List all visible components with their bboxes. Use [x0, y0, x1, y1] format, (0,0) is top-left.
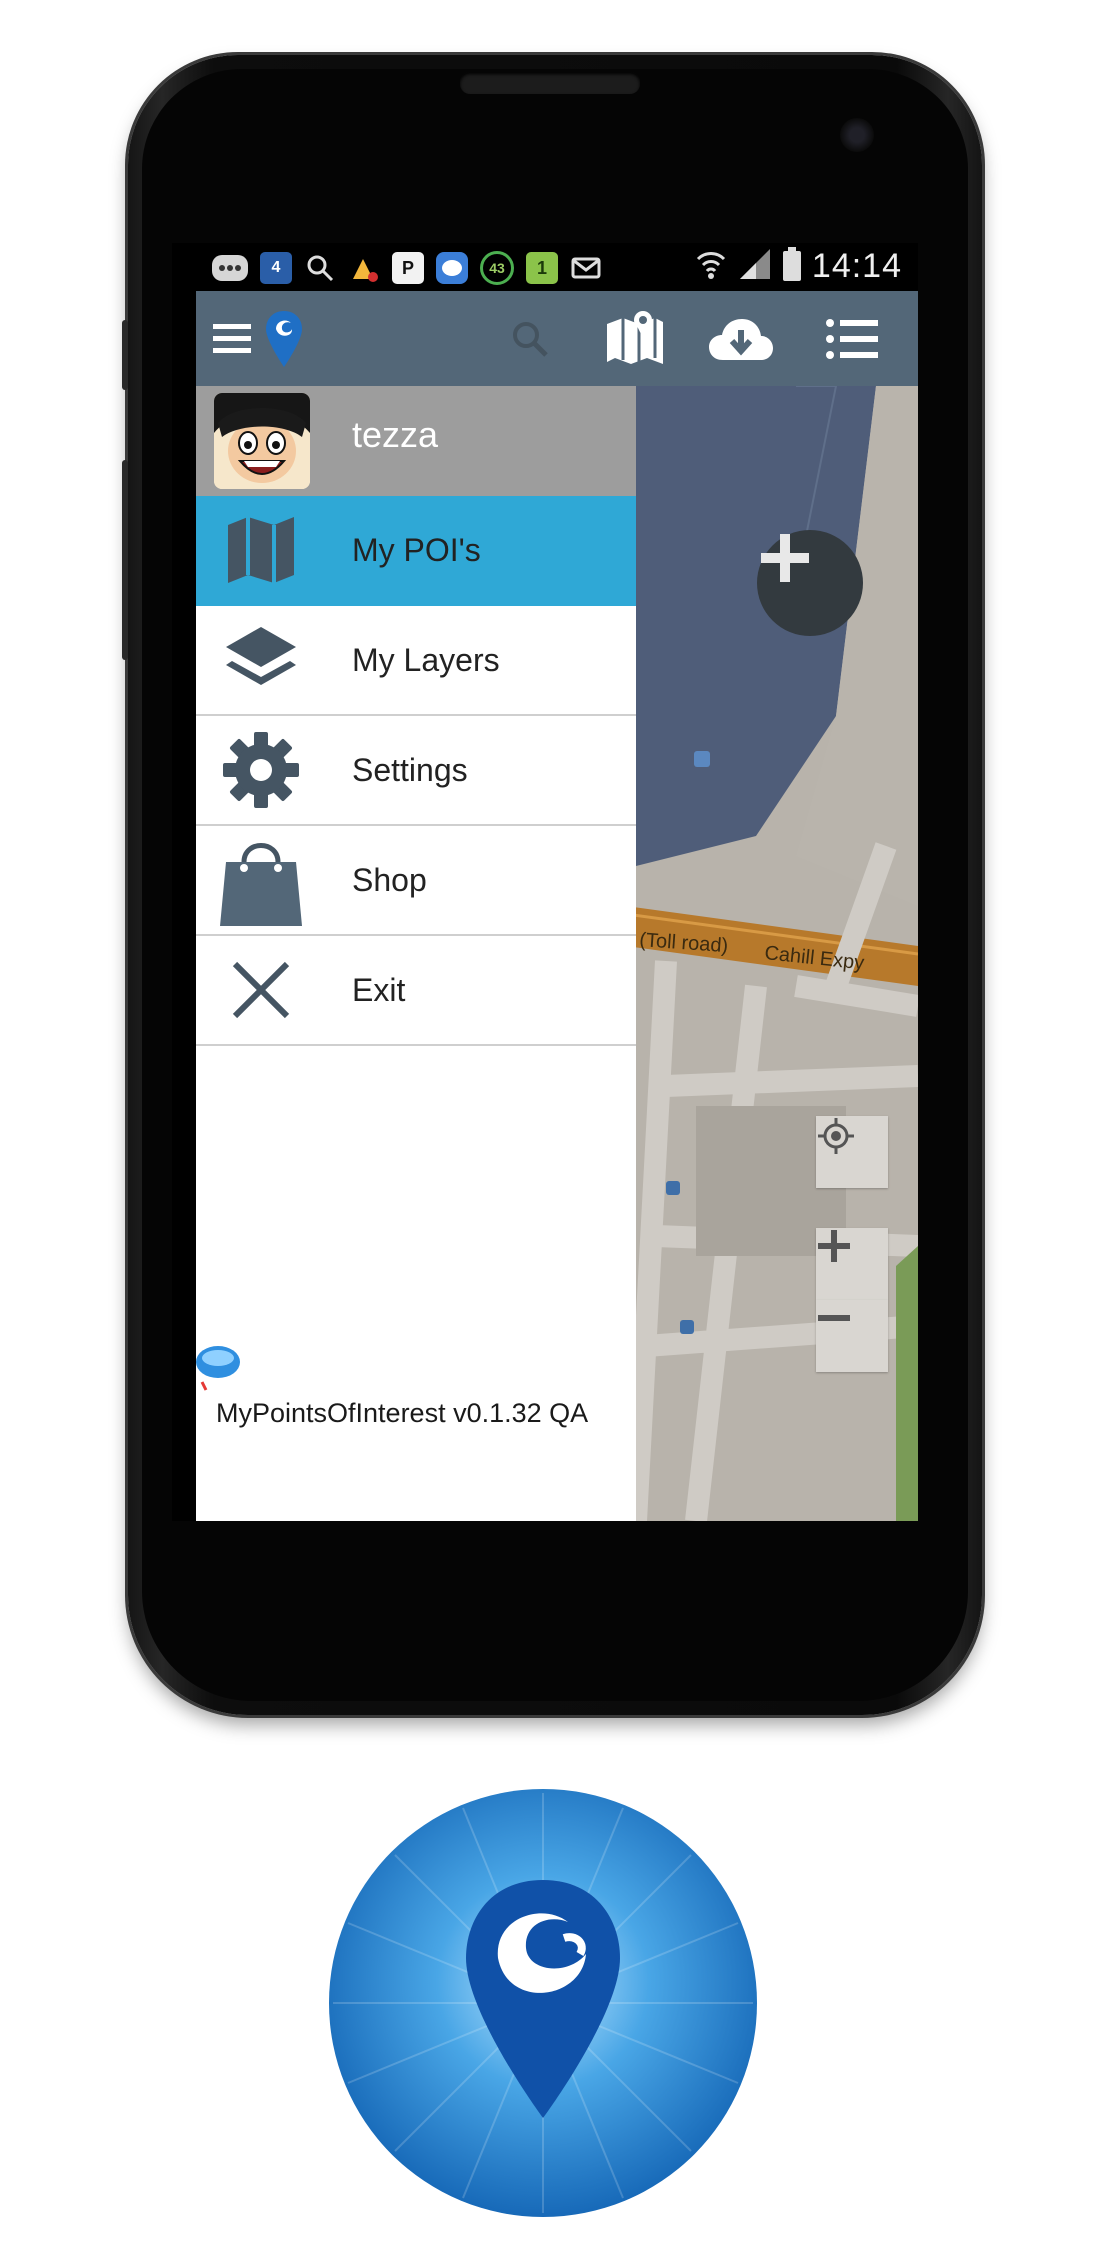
- menu-label: My Layers: [352, 641, 500, 678]
- list-icon[interactable]: [824, 313, 880, 365]
- menu-item-exit[interactable]: Exit: [196, 936, 636, 1046]
- app-logo: [328, 1788, 758, 2218]
- p-icon: P: [392, 252, 424, 284]
- menu-label: Exit: [352, 971, 406, 1008]
- search-icon: [304, 252, 336, 284]
- app-version: MyPointsOfInterest v0.1.32 QA: [216, 1398, 589, 1428]
- battery-icon: [782, 247, 802, 286]
- sim-label: 1: [536, 257, 547, 278]
- phone-camera: [840, 118, 874, 152]
- status-time: 14:14: [811, 247, 902, 285]
- menu-item-my-pois[interactable]: My POI's: [196, 496, 636, 606]
- cloud-download-icon[interactable]: [706, 311, 776, 367]
- wifi-icon: [694, 247, 728, 286]
- alert-icon: [348, 252, 380, 284]
- menu-item-settings[interactable]: Settings: [196, 716, 636, 826]
- badge-43-icon: 43: [480, 251, 514, 285]
- phone-screen: 4 P 43 1 14:14 (Toll road) Cahill Expy t…: [172, 243, 918, 1521]
- add-poi-button[interactable]: [757, 530, 863, 636]
- calendar-day: 4: [271, 259, 281, 276]
- app-logo-icon: [196, 1338, 250, 1392]
- layers-icon: [216, 615, 306, 705]
- messenger-icon: [436, 252, 468, 284]
- mail-icon: [570, 252, 602, 284]
- navigation-drawer: tezza My POI's My Layers Settings Shop E…: [196, 386, 636, 1521]
- close-icon: [216, 945, 306, 1035]
- search-icon[interactable]: [508, 317, 552, 361]
- map-icon: [216, 505, 306, 595]
- volume-rocker: [122, 460, 128, 660]
- signal-icon: [738, 247, 772, 286]
- drawer-header: tezza: [196, 386, 636, 496]
- menu-label: Shop: [352, 861, 427, 898]
- user-name: tezza: [352, 414, 439, 455]
- menu-item-my-layers[interactable]: My Layers: [196, 606, 636, 716]
- zoom-in-button[interactable]: [816, 1228, 888, 1300]
- map-icon[interactable]: [600, 305, 670, 371]
- phone-speaker: [460, 72, 640, 94]
- menu-label: My POI's: [352, 531, 481, 568]
- app-pin-icon[interactable]: [262, 307, 306, 371]
- avatar[interactable]: [214, 393, 310, 489]
- volume-button: [122, 320, 128, 390]
- menu-item-shop[interactable]: Shop: [196, 826, 636, 936]
- toolbar: [196, 291, 918, 386]
- hamburger-icon[interactable]: [206, 313, 258, 365]
- calendar-icon: 4: [260, 252, 292, 284]
- status-bar: 4 P 43 1 14:14: [172, 243, 918, 291]
- my-location-button[interactable]: [816, 1116, 888, 1188]
- sim-1-icon: 1: [526, 252, 558, 284]
- chat-icon: [212, 255, 248, 281]
- zoom-out-button[interactable]: [816, 1300, 888, 1372]
- app-window: (Toll road) Cahill Expy tezza My POI's M…: [196, 291, 918, 1521]
- shopping-bag-icon: [216, 835, 306, 926]
- menu-label: Settings: [352, 751, 468, 788]
- badge-count: 43: [489, 260, 505, 276]
- gear-icon: [216, 725, 306, 815]
